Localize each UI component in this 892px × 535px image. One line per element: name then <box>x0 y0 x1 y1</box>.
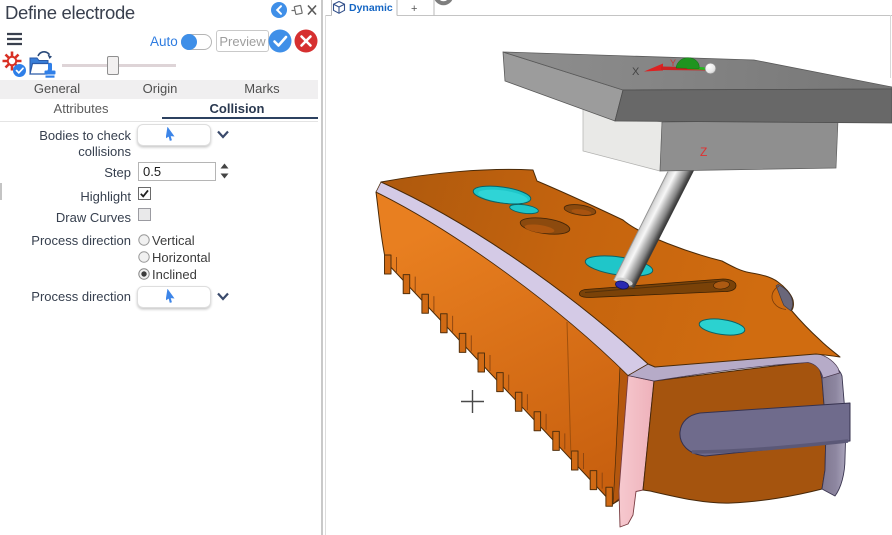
svg-text:X: X <box>632 66 640 78</box>
svg-text:Y: Y <box>670 58 676 68</box>
svg-text:Z: Z <box>700 145 707 159</box>
